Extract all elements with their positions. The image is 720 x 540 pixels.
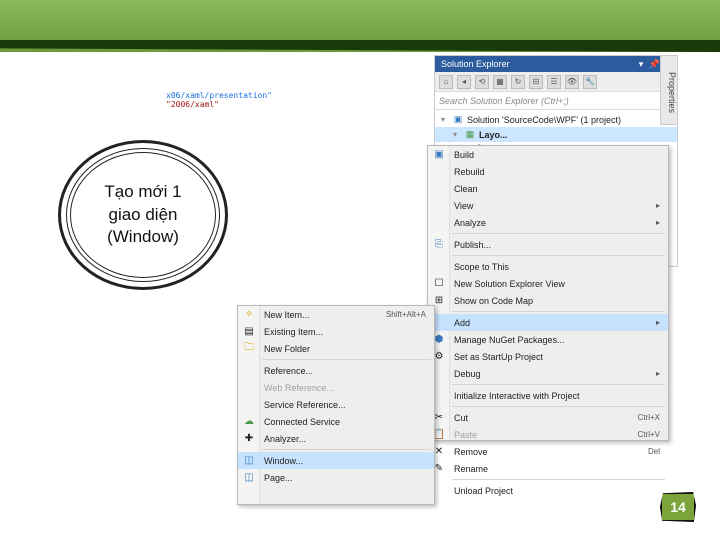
menu-cut[interactable]: ✂CutCtrl+X <box>428 409 668 426</box>
new-item-icon: ✧ <box>241 309 257 320</box>
menu-rebuild[interactable]: Rebuild <box>428 163 668 180</box>
xaml-code-snippet: x06/xaml/presentation" "2006/xaml" <box>162 89 274 123</box>
menu-clean[interactable]: Clean <box>428 180 668 197</box>
solution-explorer-toolbar: ⌂ ◂ ⟲ ▦ ↻ ⊟ ☰ 👁 🔧 <box>435 72 677 92</box>
solution-icon: ▣ <box>452 114 464 126</box>
refresh-icon[interactable]: ↻ <box>511 75 525 89</box>
publish-icon: ⎘ <box>431 239 447 250</box>
folder-icon: 🗀 <box>241 340 257 357</box>
solution-explorer-search[interactable]: Search Solution Explorer (Ctrl+;) <box>435 92 677 110</box>
menu-paste: 📋PasteCtrl+V <box>428 426 668 443</box>
solution-explorer-title: Solution Explorer <box>441 56 510 72</box>
chevron-right-icon: ▸ <box>656 201 660 210</box>
menu-scope[interactable]: Scope to This <box>428 258 668 275</box>
menu-codemap[interactable]: ⊞Show on Code Map <box>428 292 668 309</box>
pin-icon[interactable]: 📌 <box>648 56 658 72</box>
menu-startup[interactable]: ⚙Set as StartUp Project <box>428 348 668 365</box>
chevron-right-icon: ▸ <box>656 218 660 227</box>
project-node[interactable]: ▾ ▦ Layo... <box>435 127 677 142</box>
menu-add[interactable]: Add▸ <box>428 314 668 331</box>
back-icon[interactable]: ◂ <box>457 75 471 89</box>
home-icon[interactable]: ⌂ <box>439 75 453 89</box>
window-icon: ◫ <box>241 455 257 466</box>
menu-interactive[interactable]: Initialize Interactive with Project <box>428 387 668 404</box>
build-icon: ▣ <box>431 149 447 160</box>
chevron-right-icon: ▸ <box>656 318 660 327</box>
add-new-item[interactable]: ✧New Item...Shift+Alt+A <box>238 306 434 323</box>
csproj-icon: ▦ <box>464 129 476 141</box>
show-all-icon[interactable]: ▦ <box>493 75 507 89</box>
chevron-right-icon: ▸ <box>656 369 660 378</box>
chevron-down-icon: ▾ <box>453 130 461 139</box>
properties-tab[interactable]: Properties <box>660 55 678 125</box>
menu-nuget[interactable]: ⬢Manage NuGet Packages... <box>428 331 668 348</box>
menu-unload[interactable]: Unload Project <box>428 482 668 499</box>
window-icon: ☐ <box>431 278 447 289</box>
add-web-reference: Web Reference... <box>238 379 434 396</box>
add-service-reference[interactable]: Service Reference... <box>238 396 434 413</box>
page-icon: ◫ <box>241 472 257 483</box>
solution-explorer-titlebar: Solution Explorer ▾ 📌 × <box>435 56 677 72</box>
slide-header-band <box>0 0 720 52</box>
analyzer-icon: ✚ <box>241 433 257 444</box>
add-analyzer[interactable]: ✚Analyzer... <box>238 430 434 447</box>
menu-build[interactable]: ▣Build <box>428 146 668 163</box>
menu-analyze[interactable]: Analyze▸ <box>428 214 668 231</box>
project-context-menu: ▣Build Rebuild Clean View▸ Analyze▸ ⎘Pub… <box>427 145 669 441</box>
collapse-icon[interactable]: ⊟ <box>529 75 543 89</box>
add-new-folder[interactable]: 🗀New Folder <box>238 340 434 357</box>
menu-debug[interactable]: Debug▸ <box>428 365 668 382</box>
solution-node[interactable]: ▾ ▣ Solution 'SourceCode\WPF' (1 project… <box>435 112 677 127</box>
add-submenu: ✧New Item...Shift+Alt+A ▤Existing Item..… <box>237 305 435 505</box>
visual-studio-screenshot: x06/xaml/presentation" "2006/xaml" Prope… <box>162 55 678 445</box>
add-existing-item[interactable]: ▤Existing Item... <box>238 323 434 340</box>
chevron-down-icon: ▾ <box>441 115 449 124</box>
menu-new-solution-view[interactable]: ☐New Solution Explorer View <box>428 275 668 292</box>
sync-icon[interactable]: ⟲ <box>475 75 489 89</box>
properties-icon[interactable]: ☰ <box>547 75 561 89</box>
connected-icon: ☁ <box>241 416 257 427</box>
dropdown-icon[interactable]: ▾ <box>636 56 646 72</box>
menu-remove[interactable]: ✕RemoveDel <box>428 443 668 460</box>
existing-item-icon: ▤ <box>241 326 257 337</box>
menu-publish[interactable]: ⎘Publish... <box>428 236 668 253</box>
callout-oval: Tạo mới 1 giao diện (Window) <box>58 140 228 290</box>
menu-view[interactable]: View▸ <box>428 197 668 214</box>
add-reference[interactable]: Reference... <box>238 362 434 379</box>
wrench-icon[interactable]: 🔧 <box>583 75 597 89</box>
preview-icon[interactable]: 👁 <box>565 75 579 89</box>
add-page[interactable]: ◫Page... <box>238 469 434 486</box>
menu-rename[interactable]: ✎Rename <box>428 460 668 477</box>
callout-text: Tạo mới 1 giao diện (Window) <box>104 181 181 250</box>
add-window[interactable]: ◫Window... <box>238 452 434 469</box>
add-connected-service[interactable]: ☁Connected Service <box>238 413 434 430</box>
